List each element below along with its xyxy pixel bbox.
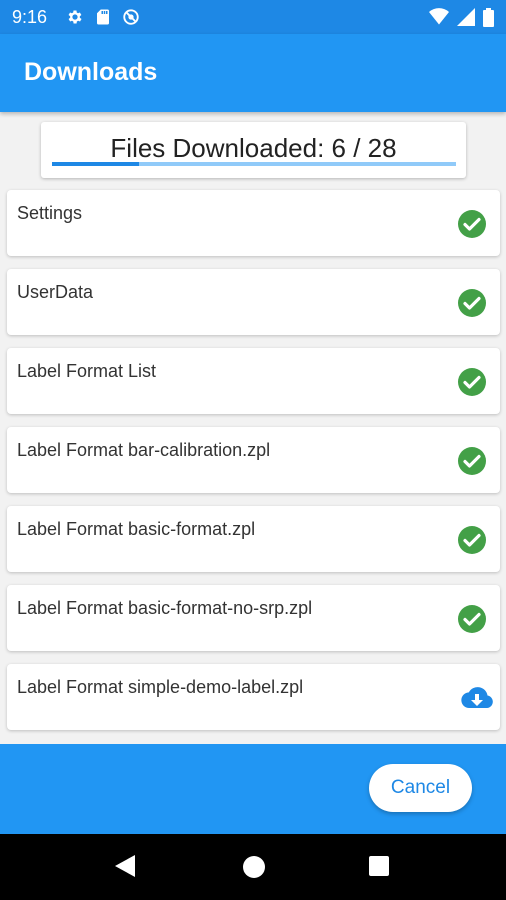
list-item: Label Format List bbox=[7, 348, 500, 414]
progress-bar-fill bbox=[52, 162, 139, 166]
sd-card-icon bbox=[94, 8, 112, 26]
check-circle-icon bbox=[457, 367, 487, 397]
progress-bar bbox=[52, 162, 456, 166]
item-label: Label Format basic-format.zpl bbox=[17, 519, 256, 539]
progress-label: Files Downloaded: 6 / 28 bbox=[110, 133, 397, 163]
check-circle-icon bbox=[457, 288, 487, 318]
bottom-bar: Cancel bbox=[0, 744, 506, 834]
item-label: UserData bbox=[17, 282, 94, 302]
list-item: Label Format simple-demo-label.zpl bbox=[7, 664, 500, 730]
status-time: 9:16 bbox=[12, 7, 48, 27]
list-item: Label Format basic-format-no-srp.zpl bbox=[7, 585, 500, 651]
app-bar: Downloads bbox=[0, 34, 506, 112]
status-icons-right bbox=[429, 8, 494, 32]
cloud-download-icon bbox=[460, 683, 493, 713]
gear-icon bbox=[66, 8, 84, 26]
item-label: Label Format bar-calibration.zpl bbox=[17, 440, 271, 460]
list-item: Label Format basic-format.zpl bbox=[7, 506, 500, 572]
back-icon[interactable] bbox=[115, 855, 135, 882]
system-nav-bar bbox=[0, 834, 506, 900]
no-sync-icon bbox=[122, 8, 140, 26]
item-label: Label Format basic-format-no-srp.zpl bbox=[17, 598, 313, 618]
battery-icon bbox=[483, 8, 494, 32]
item-label: Label Format simple-demo-label.zpl bbox=[17, 677, 304, 697]
check-circle-icon bbox=[457, 525, 487, 555]
page-title: Downloads bbox=[24, 58, 158, 86]
wifi-icon bbox=[429, 8, 449, 32]
item-label: Settings bbox=[17, 203, 83, 223]
cancel-button[interactable]: Cancel bbox=[369, 764, 472, 812]
signal-icon bbox=[457, 8, 475, 32]
download-progress-card: Files Downloaded: 6 / 28 bbox=[41, 122, 466, 178]
list-item: Label Format bar-calibration.zpl bbox=[7, 427, 500, 493]
status-icons-left bbox=[66, 8, 140, 26]
item-label: Label Format List bbox=[17, 361, 157, 381]
list-item: UserData bbox=[7, 269, 500, 335]
list-item: Settings bbox=[7, 190, 500, 256]
check-circle-icon bbox=[457, 604, 487, 634]
recents-icon[interactable] bbox=[369, 856, 389, 876]
download-list: Settings UserData Label Format List Label F… bbox=[7, 190, 500, 743]
home-icon[interactable] bbox=[243, 856, 265, 878]
check-circle-icon bbox=[457, 446, 487, 476]
status-bar: 9:16 bbox=[0, 0, 506, 34]
check-circle-icon bbox=[457, 209, 487, 239]
